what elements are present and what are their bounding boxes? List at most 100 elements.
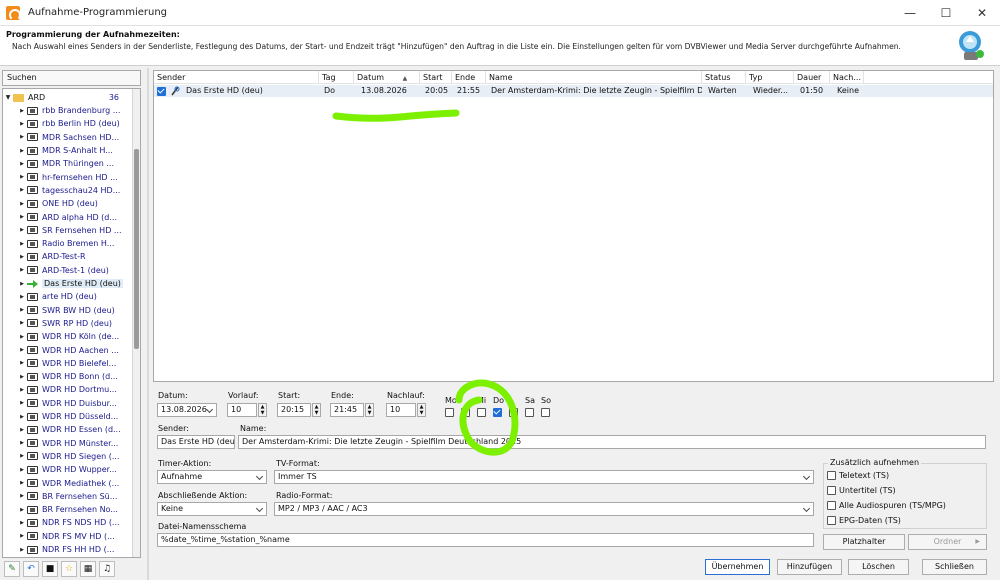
sidebar-item-channel[interactable]: ▶ MDR Thüringen ... <box>3 157 133 170</box>
sidebar-item-channel[interactable]: ▶ ARD-Test-1 (deu) <box>3 264 133 277</box>
col-tag[interactable]: Tag <box>319 71 354 84</box>
nachlauf-input[interactable]: 10 <box>386 403 416 417</box>
minimize-button[interactable]: — <box>892 0 928 26</box>
final-action-select[interactable]: Keine <box>157 502 267 516</box>
sidebar-item-channel[interactable]: ▶ SWR RP HD (deu) <box>3 317 133 330</box>
expand-triangle-icon[interactable]: ▶ <box>17 241 27 247</box>
expand-triangle-icon[interactable]: ▶ <box>17 347 27 353</box>
expand-triangle-icon[interactable]: ▶ <box>17 427 27 433</box>
day-checkbox-do[interactable] <box>493 408 502 417</box>
filename-schema-input[interactable]: %date_%time_%station_%name <box>157 533 814 547</box>
sidebar-item-channel[interactable]: ▶ hr-fernsehen HD ... <box>3 171 133 184</box>
expand-triangle-icon[interactable]: ▶ <box>17 453 27 459</box>
expand-triangle-icon[interactable]: ▶ <box>17 334 27 340</box>
sidebar-item-channel[interactable]: ▶ WDR HD Köln (de... <box>3 330 133 343</box>
placeholder-button[interactable]: Platzhalter <box>823 534 905 550</box>
col-name[interactable]: Name <box>486 71 702 84</box>
sidebar-item-channel[interactable]: ▶ WDR HD Bonn (d... <box>3 370 133 383</box>
col-sender[interactable]: Sender <box>154 71 319 84</box>
expand-triangle-icon[interactable]: ▶ <box>17 400 27 406</box>
favorite-star-icon[interactable]: ☆ <box>61 561 77 577</box>
list-icon[interactable]: ▦ <box>80 561 96 577</box>
ende-time-spinner[interactable]: ▲ ▼ <box>365 403 374 417</box>
expand-triangle-icon[interactable]: ▶ <box>17 480 27 486</box>
sidebar-item-channel[interactable]: ▶ WDR HD Dortmu... <box>3 383 133 396</box>
sidebar-item-channel[interactable]: ▶ BR Fernsehen Sü... <box>3 490 133 503</box>
tree-root-ard[interactable]: ▼ ARD 36 <box>3 91 133 104</box>
day-checkbox-fr[interactable] <box>509 408 518 417</box>
start-time-input[interactable]: 20:15 <box>277 403 311 417</box>
expand-triangle-icon[interactable]: ▶ <box>17 533 27 539</box>
sidebar-item-channel[interactable]: ▶ MDR S-Anhalt H... <box>3 144 133 157</box>
expand-triangle-icon[interactable]: ▶ <box>17 161 27 167</box>
expand-triangle-icon[interactable]: ▶ <box>17 440 27 446</box>
day-checkbox-mi[interactable] <box>477 408 486 417</box>
col-datum[interactable]: Datum ▲ <box>354 71 420 84</box>
expand-triangle-icon[interactable]: ▶ <box>17 294 27 300</box>
sidebar-item-channel[interactable]: ▶ rbb Berlin HD (deu) <box>3 117 133 130</box>
subtitle-checkbox[interactable] <box>827 486 836 495</box>
col-status[interactable]: Status <box>702 71 746 84</box>
expand-triangle-icon[interactable]: ▼ <box>3 94 13 101</box>
expand-triangle-icon[interactable]: ▶ <box>17 520 27 526</box>
search-button[interactable]: Suchen <box>2 70 141 86</box>
tree-scrollbar-thumb[interactable] <box>134 149 139 349</box>
add-button[interactable]: Hinzufügen <box>777 559 842 575</box>
nachlauf-spinner[interactable]: ▲ ▼ <box>417 403 426 417</box>
sidebar-item-channel[interactable]: ▶ WDR HD Bielefel... <box>3 357 133 370</box>
vorlauf-input[interactable]: 10 <box>227 403 257 417</box>
vorlauf-spinner[interactable]: ▲ ▼ <box>258 403 267 417</box>
day-checkbox-so[interactable] <box>541 408 550 417</box>
expand-triangle-icon[interactable]: ▶ <box>17 414 27 420</box>
expand-triangle-icon[interactable]: ▶ <box>17 507 27 513</box>
expand-triangle-icon[interactable]: ▶ <box>17 254 27 260</box>
col-nach[interactable]: Nach... <box>830 71 864 84</box>
datum-picker[interactable]: 13.08.2026 <box>157 403 217 417</box>
expand-triangle-icon[interactable]: ▶ <box>17 320 27 326</box>
expand-triangle-icon[interactable]: ▶ <box>17 174 27 180</box>
sidebar-item-channel[interactable]: ▶ ONE HD (deu) <box>3 197 133 210</box>
epg-data-checkbox[interactable] <box>827 516 836 525</box>
apply-button[interactable]: Übernehmen <box>705 559 770 575</box>
sidebar-item-channel[interactable]: ▶ tagesschau24 HD... <box>3 184 133 197</box>
recording-list[interactable]: Sender Tag Datum ▲ Start Ende Name Statu… <box>153 70 994 382</box>
sidebar-item-channel[interactable]: ▶ WDR HD Essen (d... <box>3 423 133 436</box>
col-start[interactable]: Start <box>420 71 452 84</box>
expand-triangle-icon[interactable]: ▶ <box>17 121 27 127</box>
row-enabled-checkbox[interactable] <box>157 86 166 96</box>
expand-triangle-icon[interactable]: ▶ <box>17 201 27 207</box>
expand-triangle-icon[interactable]: ▶ <box>17 214 27 220</box>
sidebar-item-channel[interactable]: ▶ WDR HD Duisbur... <box>3 397 133 410</box>
expand-triangle-icon[interactable]: ▶ <box>17 148 27 154</box>
close-button[interactable]: ✕ <box>964 0 1000 26</box>
expand-triangle-icon[interactable]: ▶ <box>17 374 27 380</box>
sidebar-item-channel[interactable]: ▶ ARD alpha HD (d... <box>3 210 133 223</box>
expand-triangle-icon[interactable]: ▶ <box>17 134 27 140</box>
col-dauer[interactable]: Dauer <box>794 71 830 84</box>
sidebar-item-channel[interactable]: ▶ ARD-Test-R <box>3 250 133 263</box>
expand-triangle-icon[interactable]: ▶ <box>17 281 27 287</box>
day-checkbox-mo[interactable] <box>445 408 454 417</box>
sidebar-item-channel[interactable]: ▶ BR Fernsehen No... <box>3 503 133 516</box>
timer-action-select[interactable]: Aufnahme <box>157 470 267 484</box>
start-time-spinner[interactable]: ▲ ▼ <box>312 403 321 417</box>
expand-triangle-icon[interactable]: ▶ <box>17 267 27 273</box>
sidebar-item-channel[interactable]: ▶ Radio Bremen H... <box>3 237 133 250</box>
ende-time-input[interactable]: 21:45 <box>330 403 364 417</box>
maximize-button[interactable]: ☐ <box>928 0 964 26</box>
expand-triangle-icon[interactable]: ▶ <box>17 387 27 393</box>
tv-format-select[interactable]: Immer TS <box>274 470 814 484</box>
folder-button[interactable]: Ordner ▶ <box>908 534 987 550</box>
sidebar-item-channel[interactable]: ▶ MDR Sachsen HD... <box>3 131 133 144</box>
expand-triangle-icon[interactable]: ▶ <box>17 360 27 366</box>
sidebar-item-channel[interactable]: ▶ WDR HD Aachen ... <box>3 343 133 356</box>
stop-icon[interactable]: ■ <box>42 561 58 577</box>
sidebar-item-channel[interactable]: ▶ NDR FS HH HD (... <box>3 543 133 556</box>
delete-button[interactable]: Löschen <box>848 559 909 575</box>
sidebar-item-channel[interactable]: ▶ SR Fernsehen HD ... <box>3 224 133 237</box>
col-ende[interactable]: Ende <box>452 71 486 84</box>
panel-splitter[interactable] <box>147 68 149 580</box>
tree-scrollbar[interactable] <box>132 89 140 557</box>
undo-icon[interactable]: ↶ <box>23 561 39 577</box>
expand-triangle-icon[interactable]: ▶ <box>17 307 27 313</box>
